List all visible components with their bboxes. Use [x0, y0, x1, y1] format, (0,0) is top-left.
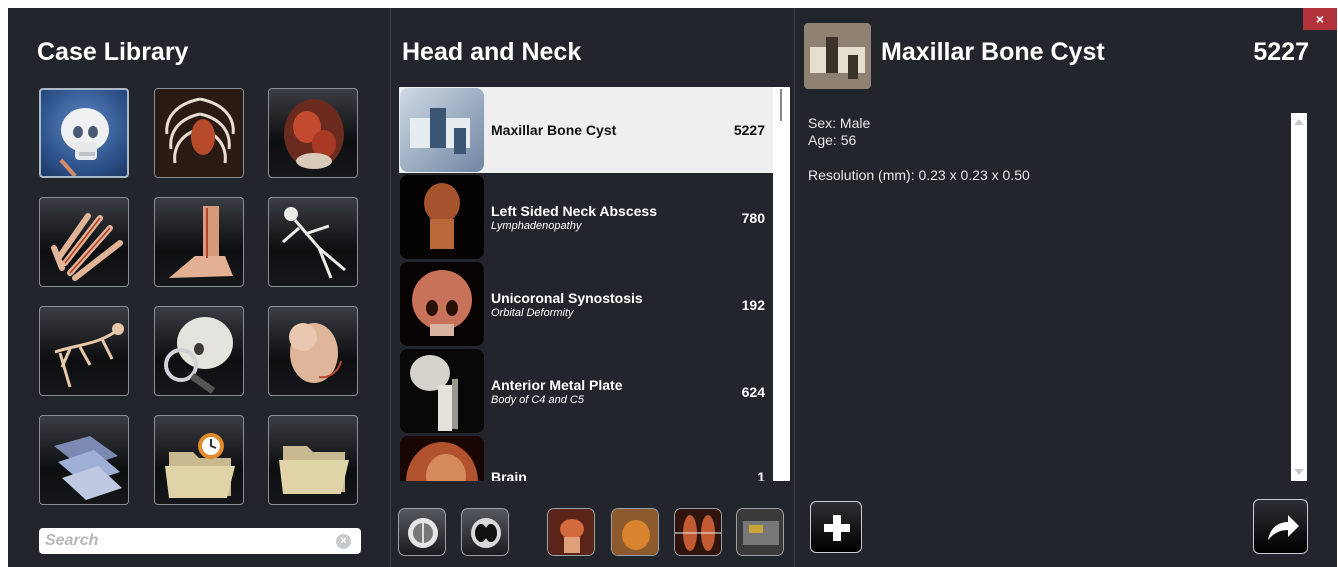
case-detail-thumbnail: [804, 23, 871, 89]
case-count: 1: [757, 469, 765, 481]
plus-icon: [824, 515, 850, 541]
case-list: Maxillar Bone Cyst 5227 Left Sided Neck …: [399, 87, 773, 481]
case-name: Left Sided Neck Abscess: [491, 203, 657, 219]
skull-icon: [59, 108, 109, 176]
case-count: 624: [741, 384, 765, 400]
category-skeleton-tile[interactable]: [268, 197, 358, 287]
clear-search-icon[interactable]: ×: [336, 534, 351, 549]
folder-icon: [279, 446, 349, 494]
panel-title: Case Library: [37, 38, 189, 66]
case-age: Age: 56: [808, 132, 857, 148]
ribcage-icon: [155, 89, 243, 177]
case-detail-count: 5227: [1253, 38, 1309, 66]
filter-body-button[interactable]: [674, 508, 722, 556]
skull-magnifier-icon: [164, 317, 233, 394]
recent-folder-icon: [165, 433, 235, 498]
case-sex: Sex: Male: [808, 115, 871, 131]
filter-torso-button[interactable]: [547, 508, 595, 556]
skeleton-icon: [282, 207, 346, 279]
case-list-scrollbar[interactable]: [773, 87, 790, 481]
case-subtitle: Lymphadenopathy: [491, 220, 582, 232]
case-count: 192: [741, 297, 765, 313]
panel-title: Head and Neck: [402, 38, 582, 66]
category-abdomen-tile[interactable]: [268, 88, 358, 178]
small-animal-skeleton-icon: [54, 323, 124, 388]
category-animal-tile[interactable]: [39, 306, 129, 396]
category-fetal-tile[interactable]: [268, 306, 358, 396]
case-count: 780: [741, 210, 765, 226]
filter-heart-button[interactable]: [611, 508, 659, 556]
scan-slice-icon: [737, 509, 783, 555]
case-thumbnail: [400, 349, 484, 433]
case-thumbnail: [400, 262, 484, 346]
category-recent-tile[interactable]: [154, 415, 244, 505]
case-row-maxillar-bone-cyst[interactable]: Maxillar Bone Cyst 5227: [399, 87, 773, 173]
add-case-button[interactable]: [810, 501, 862, 553]
app-window: × Case Library Search × Head and Neck Ma…: [8, 8, 1337, 567]
category-foot-tile[interactable]: [154, 197, 244, 287]
case-name: Maxillar Bone Cyst: [491, 122, 617, 138]
category-hand-tile[interactable]: [39, 197, 129, 287]
case-subtitle: Body of C4 and C5: [491, 394, 584, 406]
case-resolution: Resolution (mm): 0.23 x 0.23 x 0.50: [808, 167, 1030, 183]
case-name: Anterior Metal Plate: [491, 377, 623, 393]
case-list-panel: Head and Neck Maxillar Bone Cyst 5227 Le…: [390, 8, 794, 567]
scroll-up-icon[interactable]: [1294, 119, 1304, 125]
fetus-icon: [289, 323, 342, 383]
share-arrow-icon: [1268, 515, 1299, 540]
case-row-anterior-metal-plate[interactable]: Anterior Metal Plate Body of C4 and C5 6…: [399, 348, 773, 434]
scroll-down-icon[interactable]: [1294, 469, 1304, 475]
case-thumbnail: [400, 175, 484, 259]
share-button[interactable]: [1253, 499, 1308, 554]
two-body-icon: [675, 509, 721, 555]
brain-axial-icon: [408, 518, 438, 548]
case-row-brain[interactable]: Brain 1: [399, 435, 773, 481]
search-input[interactable]: [45, 531, 325, 551]
case-row-left-sided-neck-abscess[interactable]: Left Sided Neck Abscess Lymphadenopathy …: [399, 174, 773, 260]
category-head-tile[interactable]: [39, 88, 129, 178]
scan-stack-icon: [54, 436, 122, 500]
case-name: Brain: [491, 469, 527, 481]
category-folder-tile[interactable]: [268, 415, 358, 505]
case-row-unicoronal-synostosis[interactable]: Unicoronal Synostosis Orbital Deformity …: [399, 261, 773, 347]
case-name: Unicoronal Synostosis: [491, 290, 643, 306]
torso-vessels-icon: [548, 509, 594, 555]
category-chest-tile[interactable]: [154, 88, 244, 178]
filter-lung-button[interactable]: [461, 508, 509, 556]
case-detail-panel: Maxillar Bone Cyst 5227 Sex: Male Age: 5…: [794, 8, 1338, 567]
filter-scan-button[interactable]: [736, 508, 784, 556]
search-box[interactable]: ×: [39, 528, 361, 554]
case-thumbnail: [400, 88, 484, 172]
foot-icon: [169, 206, 233, 278]
category-search-skull-tile[interactable]: [154, 306, 244, 396]
hand-icon: [51, 213, 123, 281]
detail-scrollbar[interactable]: [1291, 113, 1307, 481]
heart-icon: [612, 509, 658, 555]
case-detail-title: Maxillar Bone Cyst: [881, 38, 1105, 66]
abdomen-icon: [284, 99, 344, 169]
category-scans-tile[interactable]: [39, 415, 129, 505]
case-subtitle: Orbital Deformity: [491, 307, 574, 319]
filter-brain-button[interactable]: [398, 508, 446, 556]
scrollbar-thumb[interactable]: [780, 89, 782, 121]
case-thumbnail: [400, 436, 484, 481]
case-count: 5227: [733, 122, 765, 138]
case-library-panel: Case Library Search ×: [8, 8, 389, 567]
lung-axial-icon: [471, 518, 501, 548]
